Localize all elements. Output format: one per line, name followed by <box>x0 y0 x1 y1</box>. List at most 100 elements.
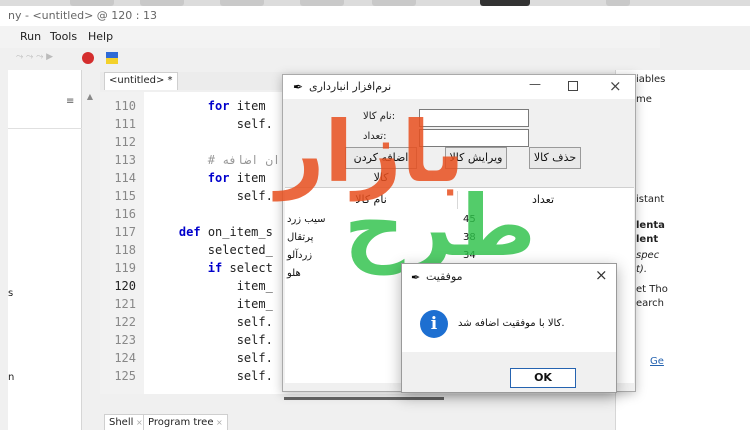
flag-icon <box>106 58 118 64</box>
help-link[interactable]: Ge <box>650 356 664 367</box>
menu-lines-icon[interactable]: ≡ <box>66 96 74 107</box>
horizontal-scrollbar[interactable] <box>284 397 444 400</box>
panel-text: t). <box>636 264 648 275</box>
code-line: # ان اضافه <box>150 151 280 169</box>
code-keyword: for <box>207 171 230 185</box>
scroll-up-icon[interactable]: ▲ <box>82 92 98 106</box>
code-text: self. <box>236 117 273 131</box>
panel-text: lenta <box>636 220 665 231</box>
code-text: self. <box>236 315 273 329</box>
dialog-title: موفقیت <box>426 270 463 283</box>
line-number: 114 <box>114 171 136 185</box>
close-icon[interactable]: × <box>609 77 622 95</box>
inventory-title: نرم‌افزار انبارداری <box>309 80 392 93</box>
code-line: def on_item_s <box>150 223 273 241</box>
panel-text: me <box>636 94 652 105</box>
editor-tab[interactable]: <untitled> * × <box>104 72 178 102</box>
desktop: ny - <untitled> @ 120 : 13 Run Tools Hel… <box>0 0 750 430</box>
menu-tools[interactable]: Tools <box>50 26 77 48</box>
code-text: self. <box>236 369 273 383</box>
feather-icon: ✒ <box>411 271 421 284</box>
maximize-icon[interactable] <box>568 81 578 91</box>
panel-text-fragment: n <box>8 372 15 383</box>
line-number: 113 <box>114 153 136 167</box>
minimize-icon[interactable]: — <box>529 77 541 91</box>
code-text: self. <box>236 351 273 365</box>
line-number: 111 <box>114 117 136 131</box>
stop-icon[interactable] <box>82 52 94 64</box>
cell-item-name: زردآلو <box>287 250 313 261</box>
code-keyword: for <box>207 99 230 113</box>
ok-button[interactable]: OK <box>510 368 576 388</box>
panel-text: lent <box>636 234 659 245</box>
code-line: for item <box>150 97 266 115</box>
code-text: item_ <box>236 297 273 311</box>
code-text: selected_ <box>207 243 273 257</box>
line-number: 116 <box>114 207 136 221</box>
cell-item-name: هلو <box>287 268 301 279</box>
feather-icon: ✒ <box>293 80 304 94</box>
line-number: 119 <box>114 261 136 275</box>
code-line: selected_ <box>150 241 273 259</box>
code-line: self. <box>150 187 273 205</box>
line-number: 122 <box>114 315 136 329</box>
divider <box>8 128 82 129</box>
files-panel: ≡ s n <box>8 70 82 430</box>
menu-help[interactable]: Help <box>88 26 113 48</box>
panel-text: spec <box>636 250 660 261</box>
toolbar: ⤳ ⤳ ⤳ ▶ <box>0 48 660 70</box>
line-number: 125 <box>114 369 136 383</box>
dialog-footer <box>402 352 616 392</box>
code-line: self. <box>150 367 273 385</box>
code-text: select <box>222 261 273 275</box>
close-icon[interactable]: × <box>133 418 143 427</box>
close-icon[interactable]: × <box>214 418 223 427</box>
dialog-message: .کالا با موفقیت اضافه شد <box>458 318 565 329</box>
variables-header: iables <box>636 74 666 85</box>
tab-label: Shell <box>109 417 134 428</box>
line-number: 112 <box>114 135 136 149</box>
panel-text-fragment: s <box>8 288 14 299</box>
line-number: 121 <box>114 297 136 311</box>
tab-shell[interactable]: Shell × <box>104 414 148 430</box>
delete-item-button[interactable]: حذف کالا <box>529 147 581 169</box>
code-line: if select <box>150 259 273 277</box>
menu-run[interactable]: Run <box>20 26 41 48</box>
info-icon: i <box>420 310 448 338</box>
code-line: self. <box>150 349 273 367</box>
panel-text: istant <box>636 194 665 205</box>
code-text: self. <box>236 333 273 347</box>
line-number: 117 <box>114 225 136 239</box>
code-text: item <box>229 171 266 185</box>
cell-item-name: پرتقال <box>287 232 314 243</box>
code-line: item_ <box>150 277 273 295</box>
panel-text: earch <box>636 298 665 309</box>
watermark-text-green: طرح <box>344 177 536 275</box>
code-text: item_ <box>236 279 273 293</box>
inventory-title-bar: ✒ نرم‌افزار انبارداری — × <box>283 75 635 99</box>
code-text: self. <box>236 189 273 203</box>
success-dialog: ✒ موفقیت × i .کالا با موفقیت اضافه شد OK <box>401 263 617 393</box>
code-line: for item <box>150 169 266 187</box>
code-text: # <box>207 153 223 167</box>
code-line: self. <box>150 313 273 331</box>
close-icon[interactable]: × <box>595 266 608 284</box>
debug-icons[interactable]: ⤳ ⤳ ⤳ ▶ <box>16 52 53 62</box>
code-line: self. <box>150 115 273 133</box>
line-number: 120 <box>114 279 136 293</box>
code-line: item_ <box>150 295 273 313</box>
code-text: on_item_s <box>200 225 273 239</box>
tab-program-tree[interactable]: Program tree × <box>143 414 228 430</box>
